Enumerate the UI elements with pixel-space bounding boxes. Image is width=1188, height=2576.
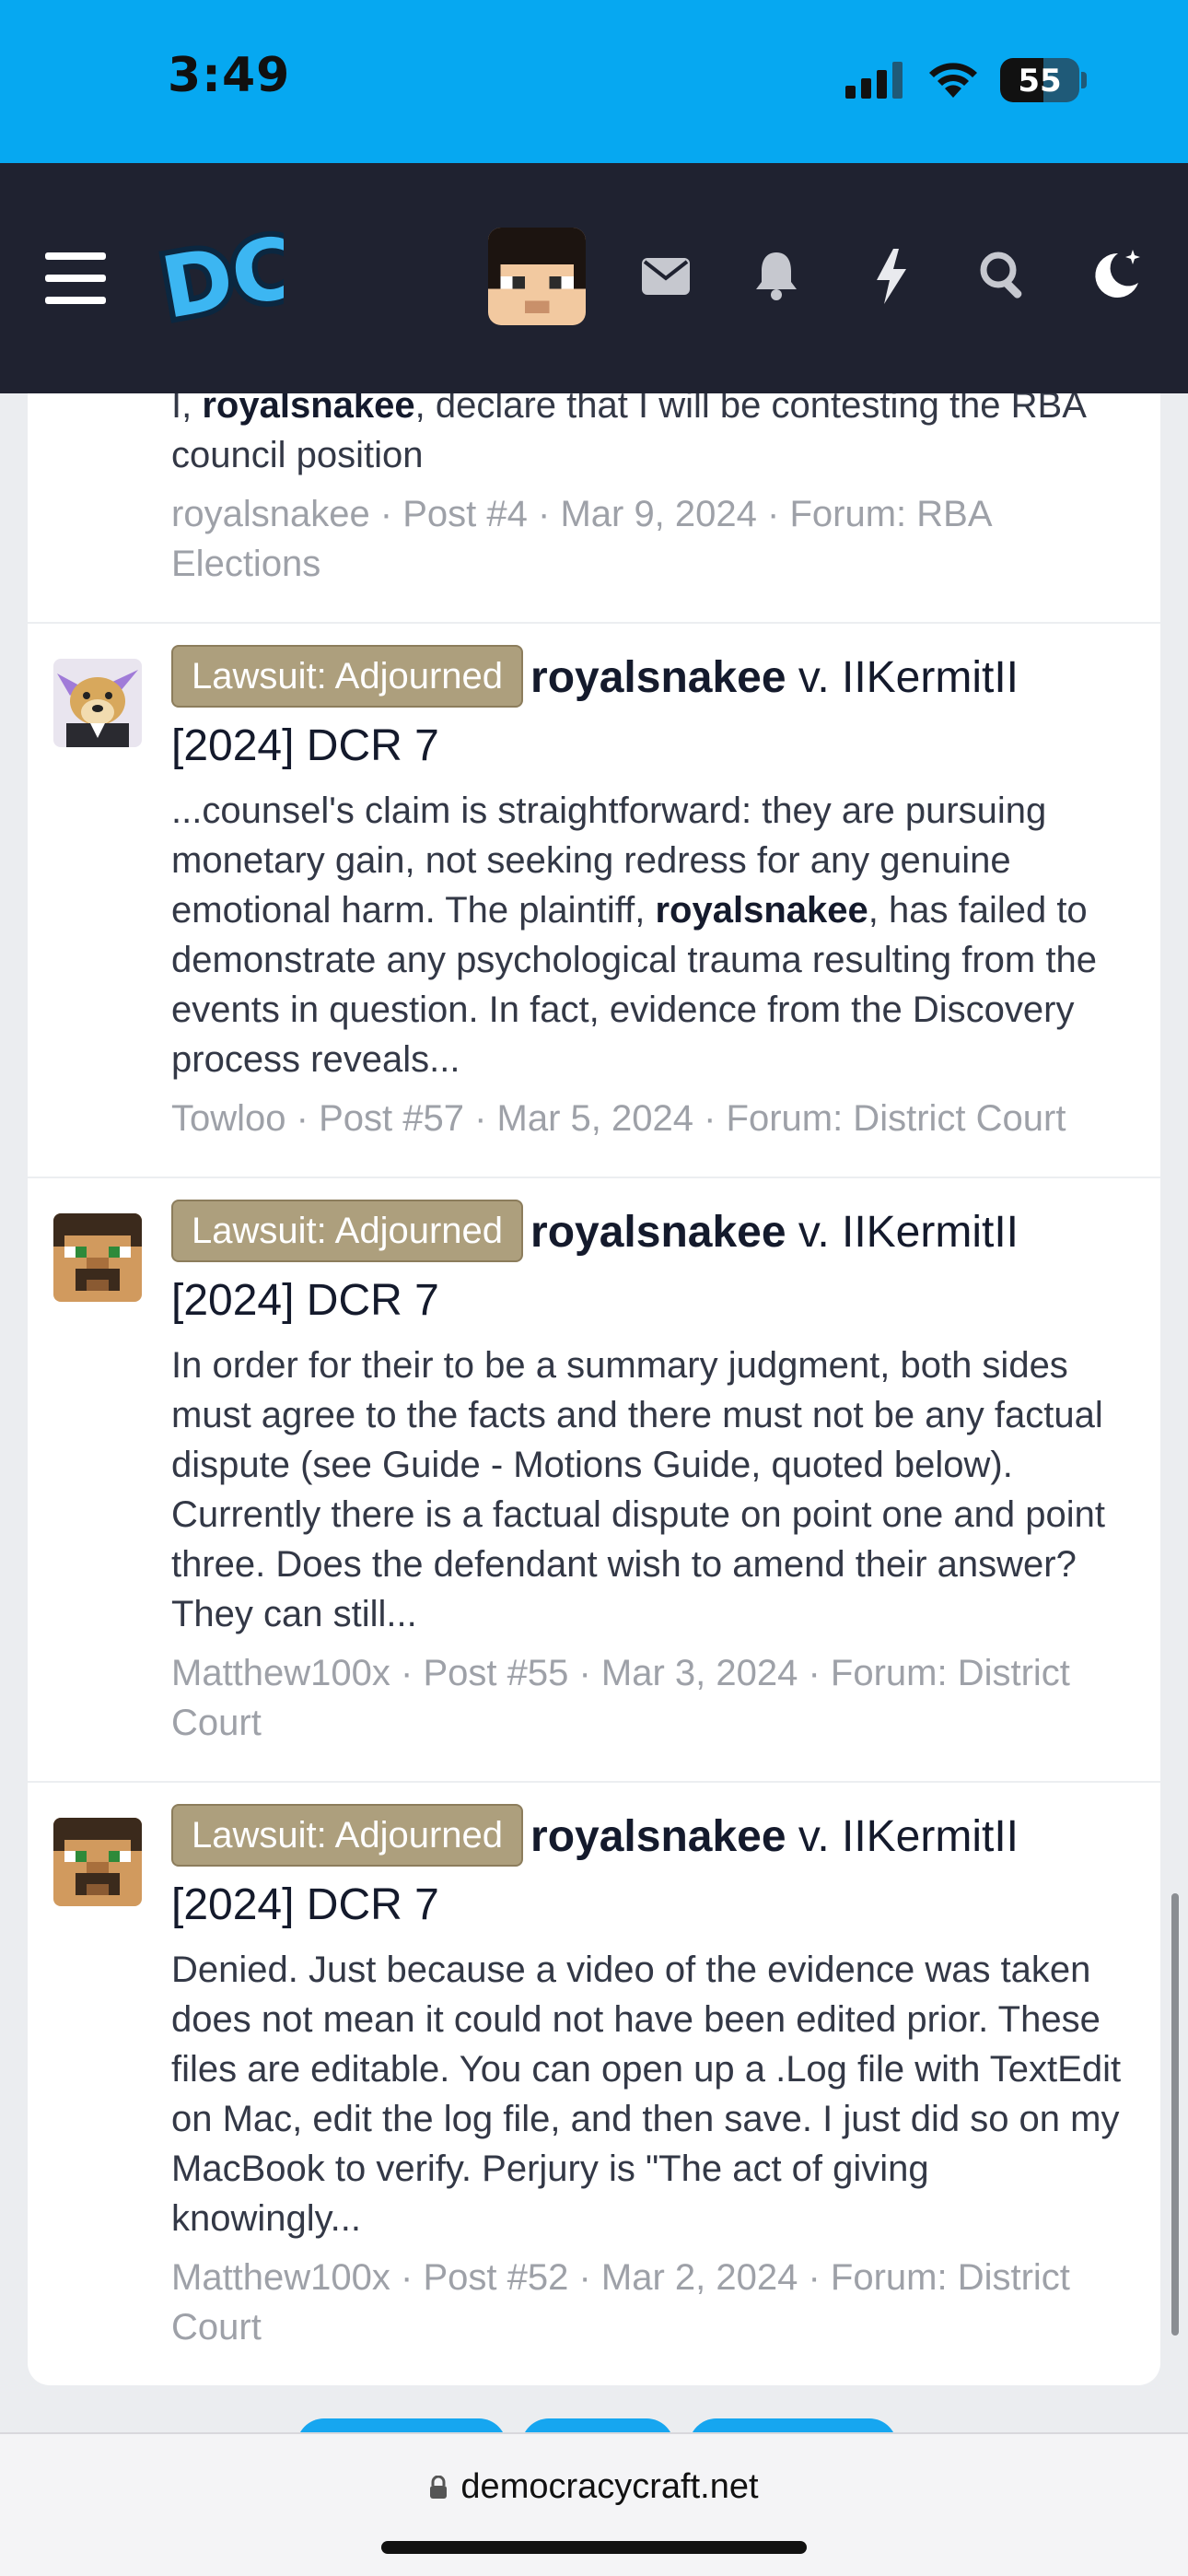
site-logo[interactable]: DC DC (155, 228, 284, 329)
results-card: I, royalsnakee, declare that I will be c… (28, 393, 1160, 2385)
result-snippet: I, royalsnakee, declare that I will be c… (171, 393, 1127, 480)
meta-separator: · (463, 1098, 497, 1139)
result-title[interactable]: Lawsuit: Adjourned royalsnakee v. IIKermi… (171, 1199, 1127, 1335)
battery-percent: 55 (1018, 63, 1062, 100)
result-snippet: Denied. Just because a video of the evid… (171, 1945, 1127, 2243)
doge-avatar[interactable] (53, 659, 142, 747)
wifi-icon (929, 63, 977, 98)
title-highlight: royalsnakee (530, 1208, 786, 1257)
lawsuit-status-badge[interactable]: Lawsuit: Adjourned (171, 1804, 524, 1867)
meta-separator: · (285, 1098, 320, 1139)
result-post-number: Post #4 (402, 494, 528, 534)
search-result[interactable]: I, royalsnakee, declare that I will be c… (28, 393, 1160, 624)
result-meta: Matthew100x · Post #55 · Mar 3, 2024 · F… (171, 1648, 1127, 1748)
meta-separator: · (390, 2257, 424, 2298)
moon-icon[interactable] (1087, 246, 1144, 303)
search-result[interactable]: Lawsuit: Adjourned royalsnakee v. IIKermi… (28, 1178, 1160, 1783)
cellular-signal-icon (845, 62, 903, 99)
result-meta: Towloo · Post #57 · Mar 5, 2024 · Forum:… (171, 1094, 1127, 1143)
meta-separator: · (568, 2257, 601, 2298)
snippet-text: I, (171, 393, 203, 426)
logo-text: DC (155, 228, 284, 329)
lock-icon (430, 2475, 448, 2499)
search-result[interactable]: Lawsuit: Adjourned royalsnakee v. IIKermi… (28, 624, 1160, 1178)
result-date: Mar 9, 2024 (560, 494, 757, 534)
title-highlight: royalsnakee (530, 1812, 786, 1861)
result-author[interactable]: Matthew100x (171, 1653, 390, 1693)
result-snippet: ...counsel's claim is straightforward: t… (171, 786, 1127, 1084)
snippet-text: Denied. Just because a video of the evid… (171, 1950, 1122, 2239)
meta-separator: · (693, 1098, 727, 1139)
status-bar: 3:49 55 (0, 0, 1188, 163)
result-snippet: In order for their to be a summary judgm… (171, 1341, 1127, 1639)
meta-separator: · (798, 2257, 831, 2298)
result-author[interactable]: Towloo (171, 1098, 286, 1139)
result-title[interactable]: Lawsuit: Adjourned royalsnakee v. IIKermi… (171, 644, 1127, 780)
snippet-text: In order for their to be a summary judgm… (171, 1345, 1105, 1634)
lawsuit-status-badge[interactable]: Lawsuit: Adjourned (171, 645, 524, 708)
meta-separator: · (390, 1653, 424, 1693)
envelope-icon[interactable] (640, 253, 692, 299)
lawsuit-status-badge[interactable]: Lawsuit: Adjourned (171, 1200, 524, 1262)
result-author[interactable]: royalsnakee (171, 494, 370, 534)
search-icon[interactable] (976, 248, 1031, 303)
minecraft-skin-avatar[interactable] (53, 1818, 142, 1906)
search-result[interactable]: Lawsuit: Adjourned royalsnakee v. IIKermi… (28, 1783, 1160, 2385)
meta-separator: · (756, 494, 790, 534)
battery-icon: 55 (1000, 58, 1079, 102)
minecraft-skin-avatar[interactable] (53, 1213, 142, 1302)
scrollbar[interactable] (1171, 1893, 1179, 2336)
result-post-number: Post #57 (319, 1098, 464, 1139)
title-highlight: royalsnakee (530, 653, 786, 702)
result-post-number: Post #52 (423, 2257, 569, 2298)
url-wrap: democracycraft.net (0, 2467, 1188, 2507)
snippet-highlight: royalsnakee (202, 393, 415, 426)
result-date: Mar 5, 2024 (496, 1098, 693, 1139)
meta-separator: · (369, 494, 403, 534)
status-time: 3:49 (168, 48, 291, 103)
meta-separator: · (568, 1653, 601, 1693)
democracycraft-logo-icon: DC DC (155, 228, 284, 329)
status-icons: 55 (845, 55, 1087, 105)
search-results: I, royalsnakee, declare that I will be c… (0, 393, 1188, 2432)
result-author[interactable]: Matthew100x (171, 2257, 390, 2298)
snippet-highlight: royalsnakee (655, 890, 868, 931)
result-meta: Matthew100x · Post #52 · Mar 2, 2024 · F… (171, 2253, 1127, 2352)
hamburger-menu-icon[interactable] (44, 251, 107, 306)
result-date: Mar 2, 2024 (600, 2257, 798, 2298)
result-title[interactable]: Lawsuit: Adjourned royalsnakee v. IIKermi… (171, 1803, 1127, 1939)
result-meta: royalsnakee · Post #4 · Mar 9, 2024 · Fo… (171, 489, 1127, 589)
battery-nub (1081, 72, 1087, 88)
forum-navbar: DC DC (0, 163, 1188, 393)
result-post-number: Post #55 (423, 1653, 569, 1693)
lightning-icon[interactable] (866, 248, 917, 305)
browser-address-bar[interactable]: democracycraft.net (0, 2432, 1188, 2576)
home-indicator (381, 2541, 807, 2554)
bell-icon[interactable] (751, 248, 802, 303)
result-forum[interactable]: Forum: District Court (727, 1098, 1066, 1139)
user-avatar[interactable] (488, 228, 586, 325)
meta-separator: · (798, 1653, 831, 1693)
meta-separator: · (527, 494, 561, 534)
result-date: Mar 3, 2024 (600, 1653, 798, 1693)
url-text[interactable]: democracycraft.net (460, 2467, 758, 2507)
